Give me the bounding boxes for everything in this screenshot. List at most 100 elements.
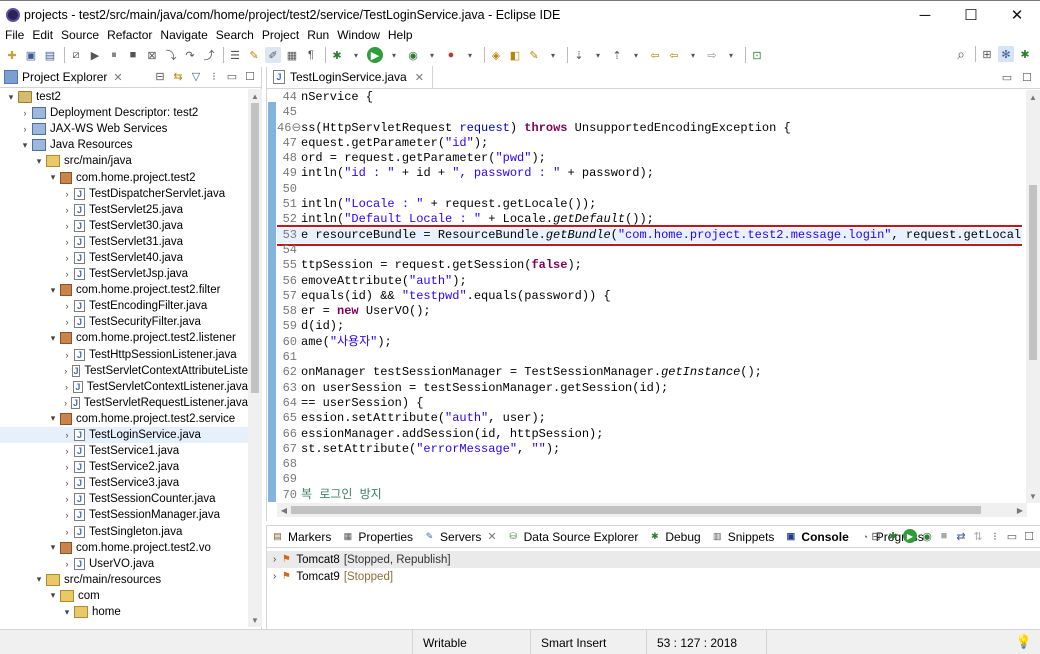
highlight-icon[interactable]: ✐ bbox=[265, 47, 281, 63]
tree-item[interactable]: ▾ com.home.project.test2 bbox=[0, 169, 248, 185]
tree-item[interactable]: ▾ com bbox=[0, 588, 248, 604]
tree-item[interactable]: ▾ com.home.project.test2.vo bbox=[0, 540, 248, 556]
code-line[interactable]: 60 ame("사용자"); bbox=[277, 335, 1022, 350]
code-line[interactable]: 68 bbox=[277, 457, 1022, 472]
save-all-icon[interactable]: ▤ bbox=[42, 47, 58, 63]
dropdown-arrow-icon[interactable]: ▾ bbox=[348, 47, 364, 63]
code-line[interactable]: 50 bbox=[277, 182, 1022, 197]
stop-server-icon[interactable]: ■ bbox=[937, 529, 951, 543]
debug-perspective-icon[interactable]: ✱ bbox=[1017, 46, 1033, 62]
save-icon[interactable]: ▣ bbox=[23, 47, 39, 63]
collapsed-arrow-icon[interactable]: › bbox=[62, 559, 72, 569]
code-line[interactable]: 54 bbox=[277, 243, 1022, 258]
open-perspective-icon[interactable]: ⊞ bbox=[979, 46, 995, 62]
tree-item[interactable]: ▾ com.home.project.test2.listener bbox=[0, 330, 248, 346]
menu-window[interactable]: Window bbox=[333, 28, 384, 42]
scroll-up-icon[interactable]: ▲ bbox=[1026, 90, 1040, 104]
publish-icon[interactable]: ⇄ bbox=[954, 529, 968, 543]
menu-navigate[interactable]: Navigate bbox=[156, 28, 211, 42]
code-line[interactable]: 46⊖ss(HttpServletRequest request) throws… bbox=[277, 121, 1022, 136]
code-line[interactable]: 51 intln("Locale : " + request.getLocale(… bbox=[277, 197, 1022, 212]
clean-icon[interactable]: ⇅ bbox=[971, 529, 985, 543]
editor-horizontal-scrollbar[interactable]: ◀ ▶ bbox=[277, 503, 1027, 517]
dropdown-arrow-icon[interactable]: ▾ bbox=[545, 47, 561, 63]
collapsed-arrow-icon[interactable]: › bbox=[62, 253, 72, 263]
open-task-icon[interactable]: ◧ bbox=[507, 47, 523, 63]
code-line[interactable]: 59 d(id); bbox=[277, 319, 1022, 334]
expanded-arrow-icon[interactable]: ▾ bbox=[48, 542, 58, 553]
external-tools-icon[interactable]: ● bbox=[443, 47, 459, 63]
menu-edit[interactable]: Edit bbox=[28, 28, 57, 42]
terminate-icon[interactable]: ■ bbox=[125, 47, 141, 63]
code-line[interactable]: 49 intln("id : " + id + ", password : " +… bbox=[277, 166, 1022, 181]
expanded-arrow-icon[interactable]: ▾ bbox=[34, 574, 44, 585]
expanded-arrow-icon[interactable]: ▾ bbox=[48, 172, 58, 183]
code-line[interactable]: 47 equest.getParameter("id"); bbox=[277, 136, 1022, 151]
tree-item[interactable]: › J TestEncodingFilter.java bbox=[0, 298, 248, 314]
tree-item[interactable]: › J TestSessionManager.java bbox=[0, 507, 248, 523]
tree-item[interactable]: ▾ test2 bbox=[0, 89, 248, 105]
code-view[interactable]: 44 nService {45 46⊖ss(HttpServletRequest r… bbox=[277, 90, 1022, 503]
collapsed-arrow-icon[interactable]: › bbox=[62, 478, 72, 488]
tree-item[interactable]: ▾ src/main/resources bbox=[0, 572, 248, 588]
link-with-editor-icon[interactable]: ⇆ bbox=[171, 69, 185, 83]
collapsed-arrow-icon[interactable]: › bbox=[62, 446, 72, 456]
tree-item[interactable]: ▾ home bbox=[0, 604, 248, 620]
scroll-up-icon[interactable]: ▲ bbox=[248, 89, 262, 103]
minimize-view-icon[interactable]: ▭ bbox=[1000, 70, 1014, 84]
maximize-view-icon[interactable]: ☐ bbox=[243, 69, 257, 83]
last-edit-location-icon[interactable]: ⇦ bbox=[647, 47, 663, 63]
forward-icon[interactable]: ⇨ bbox=[704, 47, 720, 63]
collapsed-arrow-icon[interactable]: › bbox=[20, 108, 30, 118]
collapsed-arrow-icon[interactable]: › bbox=[62, 527, 72, 537]
filter-icon[interactable]: ▽ bbox=[189, 69, 203, 83]
expanded-arrow-icon[interactable]: ▾ bbox=[48, 285, 58, 296]
code-line[interactable]: 63 on userSession = testSessionManager.ge… bbox=[277, 381, 1022, 396]
debug-icon[interactable]: ✱ bbox=[329, 47, 345, 63]
scroll-down-icon[interactable]: ▼ bbox=[1026, 489, 1040, 503]
code-line[interactable]: 44 nService { bbox=[277, 90, 1022, 105]
collapsed-arrow-icon[interactable]: › bbox=[62, 269, 72, 279]
lightbulb-icon[interactable]: 💡 bbox=[1016, 634, 1032, 650]
collapsed-arrow-icon[interactable]: › bbox=[62, 510, 72, 520]
menu-search[interactable]: Search bbox=[212, 28, 258, 42]
tree-item[interactable]: › J TestHttpSessionListener.java bbox=[0, 347, 248, 363]
disconnect-icon[interactable]: ⊠ bbox=[144, 47, 160, 63]
tree-item[interactable]: › J TestDispatcherServlet.java bbox=[0, 186, 248, 202]
close-icon[interactable]: ✕ bbox=[113, 71, 122, 84]
collapsed-arrow-icon[interactable]: › bbox=[62, 317, 72, 327]
skip-breakpoints-icon[interactable]: ⧄ bbox=[68, 47, 84, 63]
tab-markers[interactable]: ▤ Markers bbox=[267, 526, 337, 548]
start-server-icon[interactable]: ▶ bbox=[903, 529, 917, 543]
block-selection-icon[interactable]: ▦ bbox=[284, 47, 300, 63]
collapsed-arrow-icon[interactable]: › bbox=[62, 221, 72, 231]
tree-item[interactable]: › J TestServlet30.java bbox=[0, 218, 248, 234]
step-into-icon[interactable]: ⤵ bbox=[163, 47, 179, 63]
run-icon[interactable]: ▶ bbox=[367, 47, 383, 63]
scroll-right-icon[interactable]: ▶ bbox=[1013, 503, 1027, 517]
collapsed-arrow-icon[interactable]: › bbox=[62, 189, 72, 199]
dropdown-arrow-icon[interactable]: ▾ bbox=[462, 47, 478, 63]
tab-testloginservice[interactable]: J TestLoginService.java ✕ bbox=[267, 66, 433, 88]
expanded-arrow-icon[interactable]: ▾ bbox=[48, 333, 58, 344]
tree-item[interactable]: › J TestService1.java bbox=[0, 443, 248, 459]
maximize-view-icon[interactable]: ☐ bbox=[1020, 70, 1034, 84]
show-whitespace-icon[interactable]: ¶ bbox=[303, 47, 319, 63]
code-line[interactable]: 61 bbox=[277, 350, 1022, 365]
code-line[interactable]: 69 bbox=[277, 472, 1022, 487]
mark-occurrences-icon[interactable]: ✎ bbox=[246, 47, 262, 63]
resume-icon[interactable]: ▶ bbox=[87, 47, 103, 63]
collapsed-arrow-icon[interactable]: › bbox=[62, 237, 72, 247]
collapsed-arrow-icon[interactable]: › bbox=[62, 366, 70, 376]
expanded-arrow-icon[interactable]: ▾ bbox=[48, 590, 58, 601]
tree-item[interactable]: › J TestServletJsp.java bbox=[0, 266, 248, 282]
menu-help[interactable]: Help bbox=[384, 28, 417, 42]
code-line[interactable]: 70 복 로그인 방지 bbox=[277, 488, 1022, 503]
close-button[interactable]: ✕ bbox=[994, 1, 1040, 29]
server-row[interactable]: › ⚑ Tomcat9 [Stopped] bbox=[267, 568, 1040, 585]
editor-scroll-thumb[interactable] bbox=[1029, 185, 1037, 360]
minimize-button[interactable]: ─ bbox=[902, 1, 948, 29]
expanded-arrow-icon[interactable]: ▾ bbox=[48, 413, 58, 424]
tree-item[interactable]: ▾ Java Resources bbox=[0, 137, 248, 153]
expanded-arrow-icon[interactable]: ▾ bbox=[20, 140, 30, 151]
